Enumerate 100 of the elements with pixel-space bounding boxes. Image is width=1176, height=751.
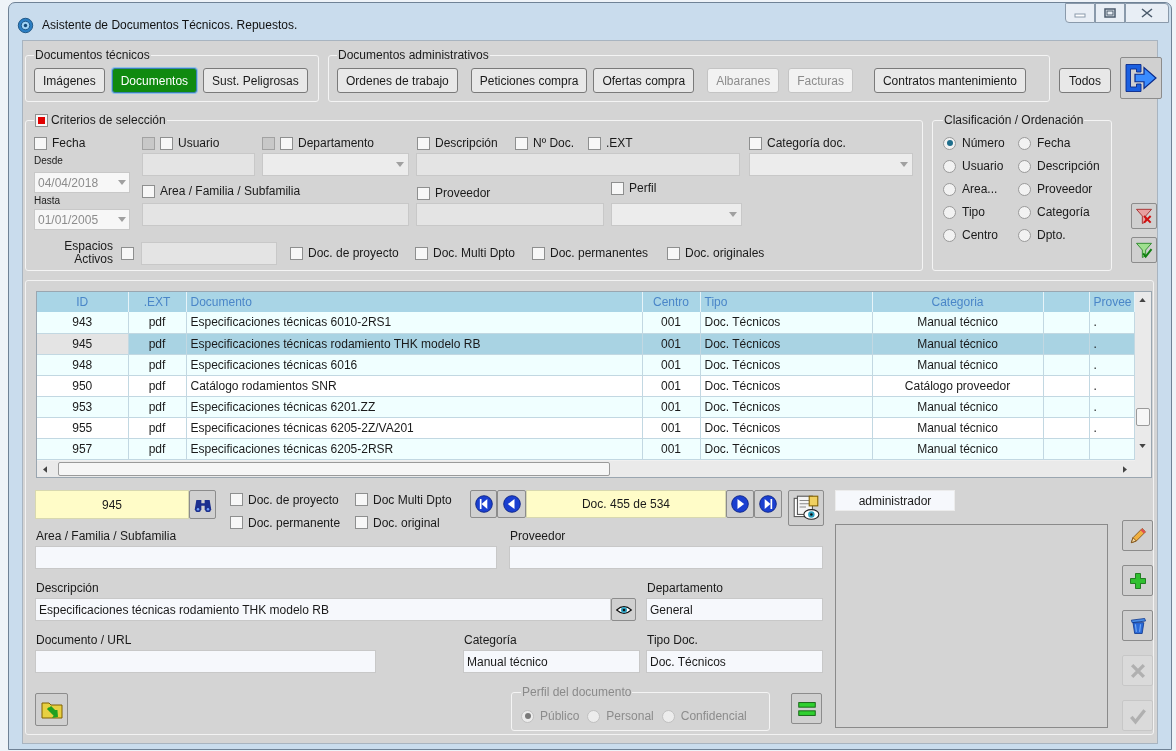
all-button[interactable]: Todos bbox=[1059, 68, 1112, 93]
tab-button[interactable]: Ofertas compra bbox=[593, 68, 695, 93]
previous-record-button[interactable] bbox=[497, 490, 526, 518]
view-document-button[interactable] bbox=[788, 490, 824, 526]
checkbox[interactable] bbox=[34, 136, 47, 150]
tab-button[interactable]: Contratos mantenimiento bbox=[873, 68, 1026, 93]
radio-label: Número bbox=[962, 135, 1005, 152]
checkbox[interactable] bbox=[290, 246, 303, 260]
radio-button[interactable] bbox=[1018, 228, 1031, 242]
checkbox[interactable] bbox=[532, 246, 545, 260]
folder-button[interactable] bbox=[35, 693, 68, 726]
table-cell: 953 bbox=[37, 396, 128, 417]
checkbox-label: Usuario bbox=[178, 135, 220, 152]
checkbox[interactable] bbox=[417, 136, 430, 150]
input-field[interactable]: Manual técnico bbox=[463, 650, 640, 673]
table-cell: 001 bbox=[642, 396, 700, 417]
table-row[interactable]: 953 pdf Especificaciones técnicas 6201.ZZ 001 Doc. Técnicos Manual técnico . bbox=[37, 396, 1134, 417]
close-button[interactable] bbox=[1125, 3, 1169, 23]
view-button[interactable] bbox=[611, 598, 636, 621]
minimize-button[interactable] bbox=[1065, 3, 1095, 23]
checkbox[interactable] bbox=[230, 516, 243, 529]
checkbox[interactable] bbox=[749, 136, 762, 150]
checkbox[interactable] bbox=[355, 516, 368, 529]
table-cell: Doc. Técnicos bbox=[700, 417, 872, 438]
table-row[interactable]: 943 pdf Especificaciones técnicas 6010-2RS1 001 Doc. Técnicos Manual técnico . bbox=[37, 312, 1134, 333]
clear-filter-button[interactable] bbox=[1131, 203, 1157, 229]
checkbox[interactable] bbox=[415, 246, 428, 260]
horizontal-scrollbar[interactable] bbox=[37, 461, 1151, 477]
checkbox[interactable] bbox=[611, 181, 624, 195]
radio-button[interactable] bbox=[1018, 205, 1031, 219]
tab-button[interactable]: Documentos bbox=[111, 68, 198, 93]
table-cell: Especificaciones técnicas 6205-2Z/VA201 bbox=[186, 417, 642, 438]
delete-button[interactable] bbox=[1122, 610, 1153, 641]
table-cell: Manual técnico bbox=[872, 333, 1043, 354]
table-row[interactable]: 957 pdf Especificaciones técnicas 6205-2RSR 001 Doc. Técnicos Manual técnico bbox=[37, 438, 1134, 459]
input-field[interactable] bbox=[416, 153, 740, 176]
table-row[interactable]: 955 pdf Especificaciones técnicas 6205-2Z/VA201 001 Doc. Técnicos Manual técnico . bbox=[37, 417, 1134, 438]
input-field[interactable] bbox=[509, 546, 823, 569]
radio-button[interactable] bbox=[943, 159, 956, 173]
apply-filter-button[interactable] bbox=[1131, 237, 1157, 263]
input-field[interactable] bbox=[35, 546, 497, 569]
scroll-thumb[interactable] bbox=[1135, 408, 1150, 426]
checkbox-label: Proveedor bbox=[435, 185, 491, 202]
scroll-thumb[interactable] bbox=[58, 462, 610, 476]
table-cell: Manual técnico bbox=[872, 438, 1043, 459]
checkbox[interactable] bbox=[230, 493, 243, 506]
add-button[interactable] bbox=[1122, 565, 1153, 596]
input-field[interactable] bbox=[141, 241, 277, 265]
radio-button[interactable] bbox=[943, 182, 956, 196]
table-cell: . bbox=[1089, 396, 1134, 417]
checkbox[interactable] bbox=[355, 493, 368, 506]
checkbox[interactable] bbox=[515, 136, 528, 150]
radio-button[interactable] bbox=[1018, 182, 1031, 196]
checkbox[interactable] bbox=[160, 136, 173, 150]
radio-label: Fecha bbox=[1037, 135, 1071, 152]
exit-button[interactable] bbox=[1120, 57, 1163, 99]
table-cell: Doc. Técnicos bbox=[700, 375, 872, 396]
checkbox[interactable] bbox=[417, 186, 430, 200]
tab-button[interactable]: Ordenes de trabajo bbox=[337, 68, 458, 93]
next-record-button[interactable] bbox=[726, 490, 754, 518]
input-field[interactable] bbox=[35, 650, 376, 673]
table-cell: . bbox=[1089, 375, 1134, 396]
checkbox[interactable] bbox=[35, 113, 48, 127]
table-row[interactable]: 945 pdf Especificaciones técnicas rodamiento THK modelo RB 001 Doc. Técnicos Manual técnico . bbox=[37, 333, 1134, 354]
checkbox[interactable] bbox=[142, 184, 155, 198]
input-field[interactable]: Doc. Técnicos bbox=[646, 650, 823, 673]
table-row[interactable]: 948 pdf Especificaciones técnicas 6016 001 Doc. Técnicos Manual técnico . bbox=[37, 354, 1134, 375]
checkbox[interactable] bbox=[667, 246, 680, 260]
maximize-button[interactable] bbox=[1095, 3, 1125, 23]
tab-button[interactable]: Sust. Peligrosas bbox=[203, 68, 308, 93]
input-field[interactable] bbox=[142, 153, 255, 176]
input-field[interactable]: General bbox=[646, 598, 823, 621]
checkbox[interactable] bbox=[588, 136, 601, 150]
edit-button[interactable] bbox=[1122, 520, 1153, 551]
radio-button[interactable] bbox=[943, 136, 956, 150]
input-field[interactable] bbox=[416, 203, 604, 226]
radio-button[interactable] bbox=[1018, 159, 1031, 173]
equals-button[interactable] bbox=[791, 693, 822, 724]
first-record-button[interactable] bbox=[470, 490, 497, 518]
table-row[interactable]: 950 pdf Catálogo rodamientos SNR 001 Doc. Técnicos Catálogo proveedor . bbox=[37, 375, 1134, 396]
table-cell: 948 bbox=[37, 354, 128, 375]
last-record-button[interactable] bbox=[754, 490, 782, 518]
input-field[interactable] bbox=[142, 203, 409, 226]
checkbox[interactable] bbox=[121, 246, 134, 260]
checkbox[interactable] bbox=[280, 136, 293, 150]
table-cell: 943 bbox=[37, 312, 128, 333]
table-cell: Especificaciones técnicas 6010-2RS1 bbox=[186, 312, 642, 333]
document-eye-icon bbox=[791, 493, 821, 523]
search-button[interactable] bbox=[189, 490, 216, 519]
tab-button[interactable]: Imágenes bbox=[34, 68, 105, 93]
tab-button[interactable]: Peticiones compra bbox=[470, 68, 588, 93]
group-title: Clasificación / Ordenación bbox=[943, 112, 1085, 129]
caret-icon bbox=[729, 212, 737, 217]
field-label: Area / Familia / Subfamilia bbox=[35, 529, 178, 543]
radio-button[interactable] bbox=[943, 228, 956, 242]
table-cell: 945 bbox=[37, 333, 128, 354]
input-field[interactable]: Especificaciones técnicas rodamiento THK modelo RB bbox=[35, 598, 611, 621]
id-field[interactable]: 945 bbox=[35, 490, 189, 519]
radio-button[interactable] bbox=[1018, 136, 1031, 150]
radio-button[interactable] bbox=[943, 205, 956, 219]
